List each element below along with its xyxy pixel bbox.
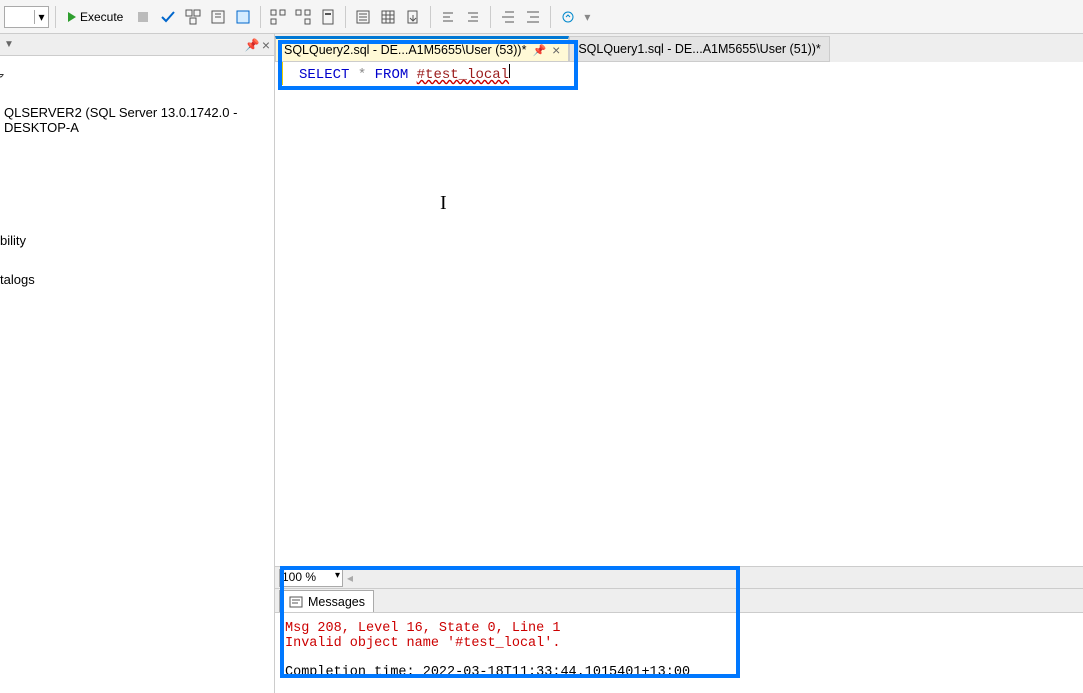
object-explorer: ▼ 📌 × ⏦ QLSERVER2 (SQL Server 13.0.1742.… xyxy=(0,34,275,693)
error-message-line: Invalid object name '#test_local'. xyxy=(285,636,1073,651)
pin-icon[interactable]: 📌 xyxy=(245,38,260,52)
stop-icon xyxy=(138,12,148,22)
plan-icon xyxy=(185,9,201,25)
execute-button[interactable]: Execute xyxy=(62,5,129,29)
messages-body[interactable]: Msg 208, Level 16, State 0, Line 1 Inval… xyxy=(275,613,1083,693)
tab-label: SQLQuery2.sql - DE...A1M5655\User (53))* xyxy=(284,43,526,57)
stats-icon xyxy=(295,9,311,25)
stop-button[interactable] xyxy=(132,6,154,28)
comment-icon xyxy=(440,9,456,25)
live-stats-button[interactable] xyxy=(292,6,314,28)
increase-indent-button[interactable] xyxy=(522,6,544,28)
results-pane: Messages Msg 208, Level 16, State 0, Lin… xyxy=(275,588,1083,693)
chevron-down-icon[interactable]: ▼ xyxy=(4,39,14,50)
code-line: SELECT * FROM #test_local xyxy=(275,62,1083,85)
file-results-icon xyxy=(405,9,421,25)
messages-icon xyxy=(288,594,304,610)
chevron-down-icon: ▾ xyxy=(335,570,340,581)
close-icon[interactable]: × xyxy=(262,37,270,53)
results-text-button[interactable] xyxy=(352,6,374,28)
doc-icon xyxy=(320,9,336,25)
display-plan-button[interactable] xyxy=(182,6,204,28)
tree-icon xyxy=(270,9,286,25)
database-selector[interactable]: ▾ xyxy=(4,6,49,28)
server-node[interactable]: QLSERVER2 (SQL Server 13.0.1742.0 - DESK… xyxy=(0,103,274,137)
editor-tabs: SQLQuery2.sql - DE...A1M5655\User (53))*… xyxy=(275,34,1083,62)
completion-time: Completion time: 2022-03-18T11:33:44.101… xyxy=(285,665,1073,680)
uncomment-icon xyxy=(465,9,481,25)
tree-item-catalogs[interactable]: talogs xyxy=(0,270,274,289)
chevron-down-icon: ▾ xyxy=(34,10,48,24)
options-icon xyxy=(210,9,226,25)
text-cursor-icon: I xyxy=(440,192,447,215)
execute-label: Execute xyxy=(80,10,123,24)
zoom-selector[interactable]: 100 % ▾ xyxy=(279,569,343,587)
results-file-button[interactable] xyxy=(402,6,424,28)
specify-values-button[interactable] xyxy=(557,6,579,28)
tab-label: SQLQuery1.sql - DE...A1M5655\User (51))* xyxy=(578,42,820,56)
activity-monitor-icon: ⏦ xyxy=(0,64,274,85)
messages-tab[interactable]: Messages xyxy=(279,590,374,612)
close-icon[interactable]: × xyxy=(552,42,560,58)
indent-icon xyxy=(525,9,541,25)
outdent-icon xyxy=(500,9,516,25)
results-grid-button[interactable] xyxy=(377,6,399,28)
play-icon xyxy=(68,12,76,22)
tab-sqlquery1[interactable]: SQLQuery1.sql - DE...A1M5655\User (51))* xyxy=(569,36,829,62)
include-plan-button[interactable] xyxy=(267,6,289,28)
tab-sqlquery2[interactable]: SQLQuery2.sql - DE...A1M5655\User (53))*… xyxy=(275,36,569,62)
sidebar-header: ▼ 📌 × xyxy=(0,34,274,56)
scroll-left-icon[interactable]: ◂ xyxy=(347,571,353,585)
grid-results-icon xyxy=(380,9,396,25)
check-icon xyxy=(160,9,176,25)
client-stats-button[interactable] xyxy=(317,6,339,28)
decrease-indent-button[interactable] xyxy=(497,6,519,28)
comment-button[interactable] xyxy=(437,6,459,28)
toolbar-overflow[interactable]: ▾ xyxy=(584,10,590,24)
tree-item-availability[interactable]: bility xyxy=(0,231,274,250)
intellisense-button[interactable] xyxy=(232,6,254,28)
intellisense-icon xyxy=(235,9,251,25)
sql-editor[interactable]: SELECT * FROM #test_local I xyxy=(275,62,1083,566)
uncomment-button[interactable] xyxy=(462,6,484,28)
pin-icon[interactable]: 📌 xyxy=(532,44,546,57)
text-results-icon xyxy=(355,9,371,25)
toolbar: ▾ Execute xyxy=(0,0,1083,34)
error-message-line: Msg 208, Level 16, State 0, Line 1 xyxy=(285,621,1073,636)
zoom-bar: 100 % ▾ ◂ xyxy=(275,566,1083,588)
parse-button[interactable] xyxy=(157,6,179,28)
query-options-button[interactable] xyxy=(207,6,229,28)
template-icon xyxy=(560,9,576,25)
